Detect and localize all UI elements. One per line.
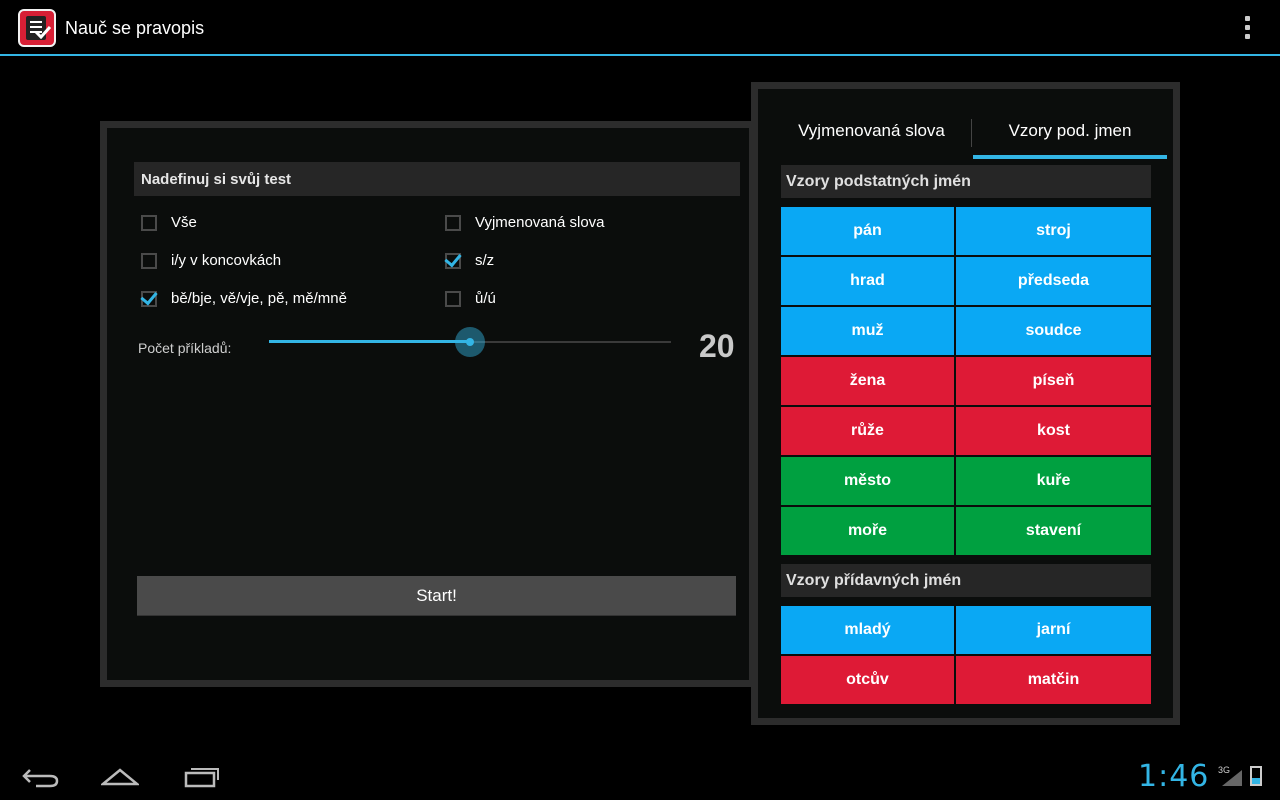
checkbox[interactable] xyxy=(141,290,157,307)
count-slider[interactable] xyxy=(269,327,671,357)
adjective-cell[interactable]: matčin xyxy=(956,656,1151,704)
app-icon[interactable] xyxy=(18,9,56,47)
recent-apps-icon[interactable] xyxy=(183,764,221,788)
noun-cell[interactable]: stavení xyxy=(956,507,1151,555)
reference-content: Vyjmenovaná slova Vzory pod. jmen Vzory … xyxy=(758,89,1173,718)
adjective-cell[interactable]: otcův xyxy=(781,656,954,704)
back-icon[interactable] xyxy=(22,764,60,788)
signal-icon: 3G xyxy=(1218,765,1242,786)
noun-cell[interactable]: kost xyxy=(956,407,1151,455)
tab-vzory-pod-jmen[interactable]: Vzory pod. jmen xyxy=(973,103,1167,159)
reference-panel: Vyjmenovaná slova Vzory pod. jmen Vzory … xyxy=(751,82,1180,725)
noun-cell[interactable]: moře xyxy=(781,507,954,555)
option-be-bje[interactable]: bě/bje, vě/vje, pě, mě/mně xyxy=(141,290,347,307)
checkbox[interactable] xyxy=(445,290,461,307)
noun-cell[interactable]: žena xyxy=(781,357,954,405)
option-label: ů/ú xyxy=(475,290,496,307)
app-title: Nauč se pravopis xyxy=(65,18,205,38)
adjective-cell[interactable]: mladý xyxy=(781,606,954,654)
option-iy-koncovky[interactable]: i/y v koncovkách xyxy=(141,252,281,269)
noun-cell[interactable]: hrad xyxy=(781,257,954,305)
option-label: bě/bje, vě/vje, pě, mě/mně xyxy=(171,290,347,307)
test-definition-content: Nadefinuj si svůj test Vše Vyjmenovaná s… xyxy=(107,128,749,680)
noun-cell[interactable]: kuře xyxy=(956,457,1151,505)
noun-cell[interactable]: město xyxy=(781,457,954,505)
overflow-menu-icon[interactable] xyxy=(1238,16,1258,42)
noun-cell[interactable]: předseda xyxy=(956,257,1151,305)
tab-bar: Vyjmenovaná slova Vzory pod. jmen xyxy=(772,103,1167,159)
noun-cell[interactable]: růže xyxy=(781,407,954,455)
noun-cell[interactable]: stroj xyxy=(956,207,1151,255)
checkmark-icon xyxy=(34,25,52,39)
option-label: i/y v koncovkách xyxy=(171,252,282,269)
battery-icon xyxy=(1250,766,1262,786)
option-u-u[interactable]: ů/ú xyxy=(445,290,496,307)
checkbox[interactable] xyxy=(141,214,157,231)
tab-vyjmenovana-slova[interactable]: Vyjmenovaná slova xyxy=(772,103,971,159)
slider-fill xyxy=(269,340,470,343)
start-button[interactable]: Start! xyxy=(137,576,736,616)
adjective-patterns-header: Vzory přídavných jmén xyxy=(781,564,1151,597)
option-sz[interactable]: s/z xyxy=(445,252,494,269)
checkbox[interactable] xyxy=(141,252,157,269)
tab-divider xyxy=(971,119,972,147)
noun-patterns-header: Vzory podstatných jmén xyxy=(781,165,1151,198)
count-label: Počet příkladů: xyxy=(138,340,232,356)
action-bar: Nauč se pravopis xyxy=(0,0,1280,56)
noun-patterns-grid: pán stroj hrad předseda muž soudce žena píseň rů… xyxy=(781,207,1151,555)
option-label: s/z xyxy=(475,252,495,269)
option-vyjmenovana-slova[interactable]: Vyjmenovaná slova xyxy=(445,214,605,231)
option-label: Vyjmenovaná slova xyxy=(475,214,605,231)
test-definition-panel: Nadefinuj si svůj test Vše Vyjmenovaná s… xyxy=(100,121,756,687)
adjective-cell[interactable]: jarní xyxy=(956,606,1151,654)
noun-cell[interactable]: pán xyxy=(781,207,954,255)
count-value: 20 xyxy=(699,328,735,364)
noun-cell[interactable]: píseň xyxy=(956,357,1151,405)
checkbox[interactable] xyxy=(445,214,461,231)
option-label: Vše xyxy=(171,214,197,231)
system-navigation-bar xyxy=(0,752,1280,800)
noun-cell[interactable]: soudce xyxy=(956,307,1151,355)
noun-cell[interactable]: muž xyxy=(781,307,954,355)
option-all[interactable]: Vše xyxy=(141,214,197,231)
section-header: Nadefinuj si svůj test xyxy=(134,162,740,196)
network-type: 3G xyxy=(1218,765,1230,775)
adjective-patterns-grid: mladý jarní otcův matčin xyxy=(781,606,1151,704)
home-icon[interactable] xyxy=(101,764,139,788)
checkbox[interactable] xyxy=(445,252,461,269)
clock: 1:46 xyxy=(1138,759,1210,794)
slider-thumb[interactable] xyxy=(455,327,485,357)
